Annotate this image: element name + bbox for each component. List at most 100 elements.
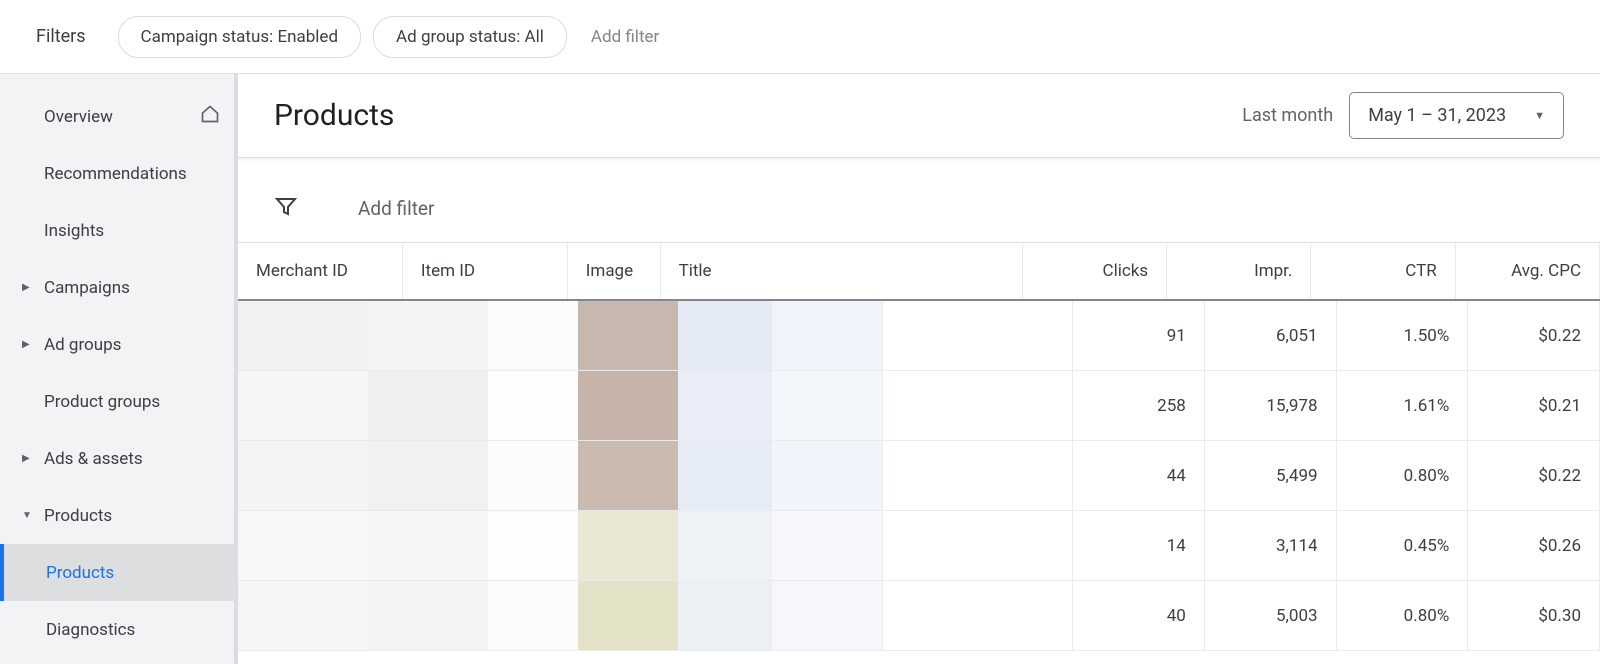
column-header-image[interactable]: Image bbox=[568, 243, 661, 299]
filter-chip-campaign-status[interactable]: Campaign status: Enabled bbox=[118, 16, 362, 58]
dropdown-arrow-icon: ▼ bbox=[1534, 109, 1545, 122]
redacted-block bbox=[678, 441, 772, 510]
redacted-block bbox=[368, 371, 488, 440]
redacted-cells bbox=[238, 441, 882, 510]
column-header-item-id[interactable]: Item ID bbox=[403, 243, 568, 299]
sidebar-item-products[interactable]: ▼ Products bbox=[0, 487, 234, 544]
table-row[interactable]: 25815,9781.61%$0.21 bbox=[238, 371, 1600, 441]
redacted-block bbox=[488, 441, 578, 510]
redacted-cells bbox=[238, 371, 882, 440]
date-range-label: Last month bbox=[1242, 105, 1333, 126]
cell-clicks: 91 bbox=[1073, 301, 1205, 370]
cell-clicks: 44 bbox=[1073, 441, 1205, 510]
sidebar-item-product-groups[interactable]: Product groups bbox=[0, 373, 234, 430]
redacted-block bbox=[368, 511, 488, 580]
sidebar-item-label: Product groups bbox=[44, 392, 160, 412]
redacted-block bbox=[772, 441, 882, 510]
cell-spacer bbox=[882, 441, 1073, 510]
cell-ctr: 0.80% bbox=[1337, 581, 1469, 650]
date-range-value: May 1 – 31, 2023 bbox=[1368, 105, 1506, 126]
sidebar-subitem-products[interactable]: Products bbox=[0, 544, 234, 601]
filter-chip-ad-group-status[interactable]: Ad group status: All bbox=[373, 16, 567, 58]
page-header: Products Last month May 1 – 31, 2023 ▼ bbox=[238, 74, 1600, 158]
column-header-merchant-id[interactable]: Merchant ID bbox=[238, 243, 403, 299]
table-row[interactable]: 445,4990.80%$0.22 bbox=[238, 441, 1600, 511]
sidebar-item-campaigns[interactable]: ▶ Campaigns bbox=[0, 259, 234, 316]
main-content: Products Last month May 1 – 31, 2023 ▼ A… bbox=[238, 74, 1600, 664]
sidebar-item-ad-groups[interactable]: ▶ Ad groups bbox=[0, 316, 234, 373]
cell-ctr: 1.50% bbox=[1337, 301, 1469, 370]
redacted-block bbox=[238, 441, 368, 510]
redacted-block bbox=[488, 581, 578, 650]
cell-impr: 15,978 bbox=[1205, 371, 1337, 440]
cell-cpc: $0.22 bbox=[1468, 441, 1600, 510]
column-header-impr[interactable]: Impr. bbox=[1167, 243, 1311, 299]
products-table: Merchant ID Item ID Image Title Clicks I… bbox=[238, 243, 1600, 664]
chevron-right-icon: ▶ bbox=[22, 339, 30, 350]
chevron-right-icon: ▶ bbox=[22, 453, 30, 464]
table-row[interactable]: 916,0511.50%$0.22 bbox=[238, 301, 1600, 371]
table-header-row: Merchant ID Item ID Image Title Clicks I… bbox=[238, 243, 1600, 301]
redacted-cells bbox=[238, 581, 882, 650]
redacted-block bbox=[678, 301, 772, 370]
redacted-block bbox=[772, 511, 882, 580]
redacted-block bbox=[488, 371, 578, 440]
cell-cpc: $0.26 bbox=[1468, 511, 1600, 580]
filters-label: Filters bbox=[36, 26, 86, 47]
column-header-ctr[interactable]: CTR bbox=[1311, 243, 1455, 299]
sidebar-item-label: Ads & assets bbox=[44, 449, 143, 469]
cell-impr: 3,114 bbox=[1205, 511, 1337, 580]
redacted-block bbox=[772, 581, 882, 650]
cell-cpc: $0.22 bbox=[1468, 301, 1600, 370]
sidebar-item-label: Overview bbox=[44, 107, 113, 127]
cell-spacer bbox=[882, 581, 1073, 650]
redacted-cells bbox=[238, 301, 882, 370]
cell-ctr: 1.61% bbox=[1337, 371, 1469, 440]
column-header-clicks[interactable]: Clicks bbox=[1023, 243, 1167, 299]
cell-clicks: 258 bbox=[1073, 371, 1205, 440]
cell-spacer bbox=[882, 511, 1073, 580]
sidebar-item-label: Products bbox=[46, 563, 114, 583]
chevron-down-icon: ▼ bbox=[22, 510, 32, 521]
redacted-block bbox=[238, 371, 368, 440]
sidebar-item-label: Recommendations bbox=[44, 164, 187, 184]
redacted-block bbox=[238, 511, 368, 580]
cell-ctr: 0.45% bbox=[1337, 511, 1469, 580]
cell-impr: 6,051 bbox=[1205, 301, 1337, 370]
sidebar-item-label: Insights bbox=[44, 221, 104, 241]
table-row[interactable]: 143,1140.45%$0.26 bbox=[238, 511, 1600, 581]
cell-spacer bbox=[882, 301, 1073, 370]
cell-impr: 5,499 bbox=[1205, 441, 1337, 510]
filter-icon[interactable] bbox=[274, 194, 298, 222]
redacted-block bbox=[238, 581, 368, 650]
redacted-block bbox=[368, 441, 488, 510]
sidebar-item-recommendations[interactable]: Recommendations bbox=[0, 145, 234, 202]
redacted-block bbox=[772, 301, 882, 370]
cell-clicks: 40 bbox=[1073, 581, 1205, 650]
table-filter-bar: Add filter bbox=[238, 174, 1600, 243]
chevron-right-icon: ▶ bbox=[22, 282, 30, 293]
sidebar-item-ads-assets[interactable]: ▶ Ads & assets bbox=[0, 430, 234, 487]
table-row[interactable]: 405,0030.80%$0.30 bbox=[238, 581, 1600, 651]
sidebar-subitem-diagnostics[interactable]: Diagnostics bbox=[0, 601, 234, 658]
redacted-block bbox=[488, 511, 578, 580]
sidebar-item-label: Ad groups bbox=[44, 335, 121, 355]
sidebar-item-overview[interactable]: Overview bbox=[0, 88, 234, 145]
home-icon bbox=[200, 104, 220, 129]
redacted-block bbox=[578, 441, 678, 510]
column-header-avg-cpc[interactable]: Avg. CPC bbox=[1456, 243, 1600, 299]
redacted-block bbox=[678, 581, 772, 650]
date-range-picker[interactable]: May 1 – 31, 2023 ▼ bbox=[1349, 92, 1564, 139]
cell-ctr: 0.80% bbox=[1337, 441, 1469, 510]
add-filter-button[interactable]: Add filter bbox=[591, 27, 659, 47]
sidebar-item-insights[interactable]: Insights bbox=[0, 202, 234, 259]
filter-bar: Filters Campaign status: Enabled Ad grou… bbox=[0, 0, 1600, 74]
redacted-block bbox=[578, 301, 678, 370]
page-title: Products bbox=[274, 98, 394, 133]
redacted-block bbox=[678, 511, 772, 580]
column-header-title[interactable]: Title bbox=[661, 243, 812, 299]
redacted-cells bbox=[238, 511, 882, 580]
redacted-block bbox=[578, 511, 678, 580]
table-add-filter-button[interactable]: Add filter bbox=[358, 197, 434, 220]
sidebar-item-label: Diagnostics bbox=[46, 620, 135, 640]
